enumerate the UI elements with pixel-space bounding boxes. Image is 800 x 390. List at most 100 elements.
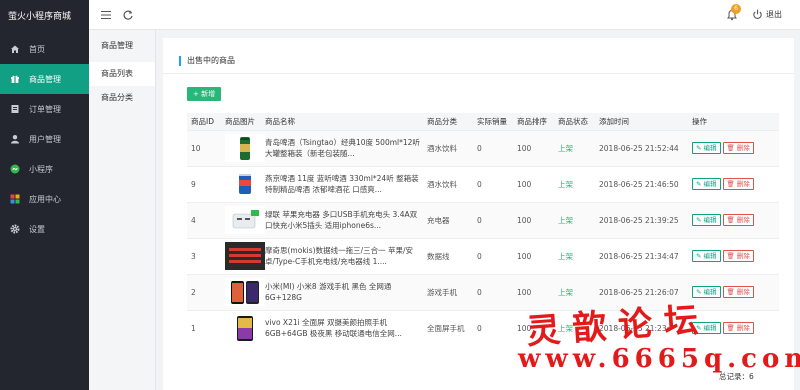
cell-time: 2018-06-25 21:46:50 [595,165,688,202]
col-header-status: 商品状态 [554,113,595,130]
top-bar: 6 退出 [89,0,800,30]
edit-label: 编辑 [703,251,717,260]
card-header: 出售中的商品 [163,48,794,74]
cell-sort: 100 [513,165,554,202]
table-row: 9 燕京啤酒 11度 蓝听啤酒 330ml*24听 整箱装 特制精品啤酒 浓郁啤… [187,165,779,202]
sidebar-item-settings[interactable]: 设置 [0,214,89,244]
cell-category: 酒水饮料 [423,129,473,166]
cell-category: 全面屏手机 [423,309,473,346]
edit-label: 编辑 [703,143,717,152]
cell-category: 数据线 [423,237,473,274]
gift-icon [10,74,20,84]
sidebar-item-label: 用户管理 [29,134,61,144]
cell-sort: 100 [513,237,554,274]
watermark: 灵歆论坛 www.6665q.com [518,298,800,378]
subnav-item-product-list[interactable]: 商品列表 [89,62,155,86]
sidebar-item-label: 应用中心 [29,194,61,204]
sidebar-item-label: 商品管理 [29,74,61,84]
edit-button[interactable]: ✎ 编辑 [692,178,721,190]
cell-category: 酒水饮料 [423,165,473,202]
delete-label: 删除 [736,251,750,260]
table-row: 3 摩奇思(mokis)数据线一拖三/三合一 苹果/安卓/Type-C手机充电线… [187,237,779,274]
status-badge: 上架 [554,237,595,274]
product-name[interactable]: 小米(MI) 小米8 游戏手机 黑色 全网通 6G+128G [265,281,423,303]
edit-label: 编辑 [703,215,717,224]
product-thumbnail [225,278,265,306]
sidebar-item-home[interactable]: 首页 [0,34,89,64]
logout-label: 退出 [766,10,782,19]
product-thumbnail [225,134,265,162]
order-icon [10,104,20,114]
sub-sidebar: 商品管理 商品列表 商品分类 [89,30,156,390]
page-title: 出售中的商品 [179,56,235,66]
cell-id: 9 [187,165,221,202]
delete-button[interactable]: 🗑 删除 [722,214,754,226]
product-thumbnail [225,242,265,270]
cell-sort: 100 [513,129,554,166]
edit-button[interactable]: ✎ 编辑 [692,250,721,262]
cell-category: 充电器 [423,201,473,238]
cell-sales: 0 [473,201,513,238]
delete-label: 删除 [736,179,750,188]
delete-button[interactable]: 🗑 删除 [722,178,754,190]
user-icon [10,134,20,144]
col-header-name: 商品名称 [261,113,423,130]
refresh-icon[interactable] [122,9,134,21]
apps-icon [10,194,20,204]
sidebar-item-label: 设置 [29,224,45,234]
col-header-image: 商品图片 [221,113,261,130]
cell-time: 2018-06-25 21:52:44 [595,129,688,166]
add-product-button[interactable]: + 新增 [187,87,222,101]
product-name[interactable]: 摩奇思(mokis)数据线一拖三/三合一 苹果/安卓/Type-C手机充电线/充… [265,245,423,267]
app-title: 萤火小程序商城 [8,12,72,22]
cell-id: 10 [187,129,221,166]
col-header-actions: 操作 [688,113,779,130]
miniapp-icon [10,164,20,174]
cell-time: 2018-06-25 21:34:47 [595,237,688,274]
edit-button[interactable]: ✎ 编辑 [692,214,721,226]
cell-sales: 0 [473,129,513,166]
sidebar-item-label: 订单管理 [29,104,61,114]
logout-button[interactable]: 退出 [752,9,782,20]
cell-time: 2018-06-25 21:39:25 [595,201,688,238]
sidebar-item-users[interactable]: 用户管理 [0,124,89,154]
notification-button[interactable]: 6 [726,4,741,21]
edit-label: 编辑 [703,179,717,188]
edit-button[interactable]: ✎ 编辑 [692,142,721,154]
power-icon [753,9,762,20]
delete-button[interactable]: 🗑 删除 [722,286,754,298]
table-row: 10 青岛啤酒（Tsingtao）经典10度 500ml*12听 大罐整箱装（新… [187,129,779,166]
product-name[interactable]: 燕京啤酒 11度 蓝听啤酒 330ml*24听 整箱装 特制精品啤酒 浓郁啤酒花… [265,173,423,195]
menu-toggle-icon[interactable] [100,9,112,21]
cell-sales: 0 [473,165,513,202]
sidebar-item-label: 小程序 [29,164,53,174]
cell-category: 游戏手机 [423,273,473,310]
product-name[interactable]: 绿联 苹果充电器 多口USB手机充电头 3.4A双口快充小米5插头 适用ipho… [265,209,423,231]
col-header-sort: 商品排序 [513,113,554,130]
subnav-title: 商品管理 [101,41,133,50]
col-header-id: 商品ID [187,113,221,130]
cell-sort: 100 [513,201,554,238]
product-thumbnail [225,206,265,234]
product-thumbnail [225,314,265,343]
home-icon [10,44,20,54]
delete-button[interactable]: 🗑 删除 [722,142,754,154]
status-badge: 上架 [554,129,595,166]
subnav-item-product-category[interactable]: 商品分类 [89,86,155,110]
sidebar-item-label: 首页 [29,44,45,54]
cell-sales: 0 [473,309,513,346]
cell-sales: 0 [473,273,513,310]
sidebar-item-products[interactable]: 商品管理 [0,64,89,94]
cell-id: 1 [187,309,221,346]
sidebar-item-miniapp[interactable]: 小程序 [0,154,89,184]
product-name[interactable]: 青岛啤酒（Tsingtao）经典10度 500ml*12听 大罐整箱装（新老包装… [265,137,423,159]
table-header-row: 商品ID 商品图片 商品名称 商品分类 实际销量 商品排序 商品状态 添加时间 … [187,113,779,130]
delete-button[interactable]: 🗑 删除 [722,250,754,262]
main-sidebar: 萤火小程序商城 首页 商品管理 订单管理 用户管理 小程序 应用中心 设置 [0,0,89,390]
watermark-url: www.6665q.com [518,344,800,374]
col-header-sales: 实际销量 [473,113,513,130]
sidebar-item-orders[interactable]: 订单管理 [0,94,89,124]
product-name[interactable]: vivo X21i 全面屏 双摄美颜拍照手机 6GB+64GB 极夜黑 移动联通… [265,317,423,339]
sidebar-item-apps[interactable]: 应用中心 [0,184,89,214]
table-row: 4 绿联 苹果充电器 多口USB手机充电头 3.4A双口快充小米5插头 适用ip… [187,201,779,238]
